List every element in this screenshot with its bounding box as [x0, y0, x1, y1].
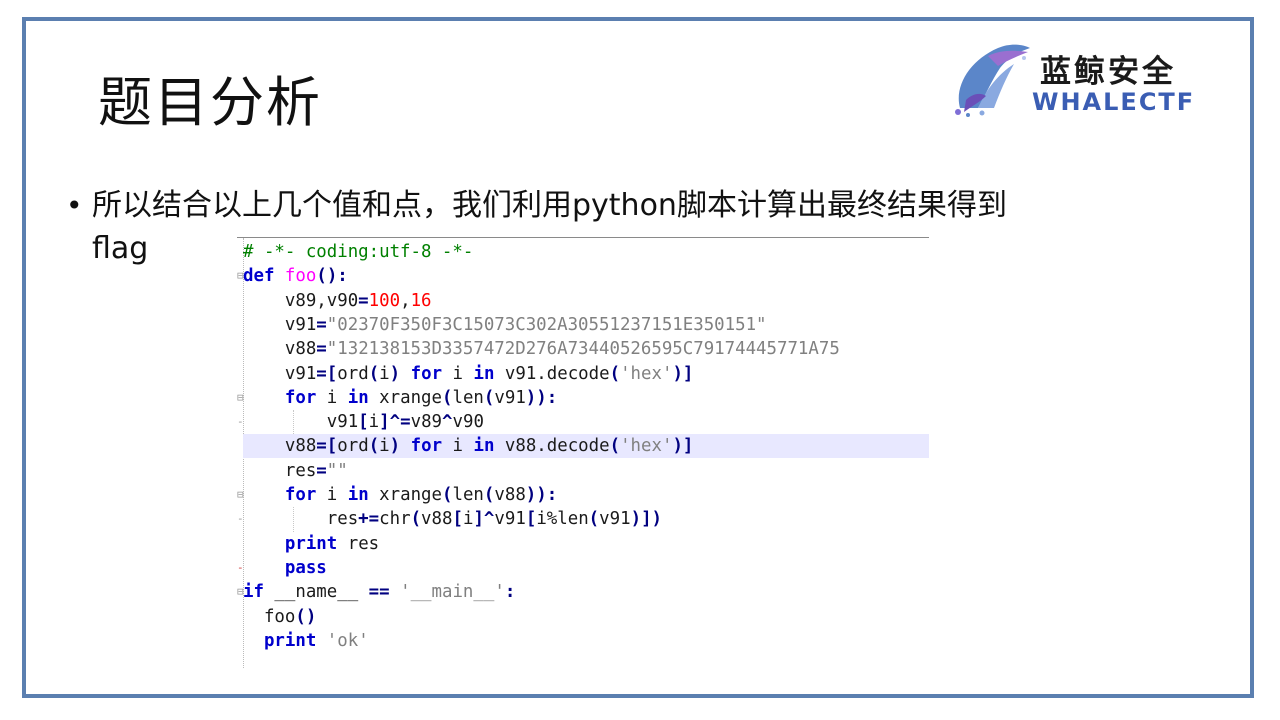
code-line: v91=[ord(i) for i in v91.decode('hex')] [243, 363, 694, 384]
code-line: pass - [237, 557, 327, 578]
code-line: # -*- coding:utf-8 -*- [243, 242, 474, 262]
code-line: print 'ok' [263, 630, 369, 651]
code-line: def foo(): ⊟ [237, 266, 348, 287]
whale-logo-icon [955, 44, 1030, 117]
slide: 题目分析 蓝鲸安全 WHALECTF • 所以结合以上几个值和点，我们利用pyt… [0, 0, 1280, 720]
logo-chinese-text: 蓝鲸安全 [1040, 54, 1176, 90]
fold-marker-icon: ⊟ [237, 585, 244, 599]
code-line: if __name__ == '__main__': ⊟ [237, 582, 516, 603]
code-screenshot: # -*- coding:utf-8 -*- def foo(): ⊟ v89,v9… [237, 237, 929, 668]
indent-guide [293, 410, 294, 435]
fold-marker-icon: ⊟ [237, 269, 244, 283]
code-line: v88="132138153D3357472D276A73440526595C7… [243, 339, 840, 360]
fold-end-icon: - [237, 512, 244, 526]
code-line: for i in xrange(len(v88)): ⊟ [237, 485, 558, 505]
fold-end-icon: - [237, 560, 244, 574]
code-line: res="" [243, 460, 348, 481]
code-line: print res [284, 533, 380, 554]
fold-marker-icon: ⊟ [237, 390, 244, 404]
fold-end-icon: - [237, 415, 244, 429]
bullet-icon: • [66, 189, 83, 222]
code-line: v91="02370F350F3C15073C302A30551237151E3… [243, 314, 767, 335]
fold-marker-icon: ⊟ [237, 488, 244, 501]
slide-title: 题目分析 [98, 71, 322, 134]
bullet-text-line1: 所以结合以上几个值和点，我们利用python脚本计算出最终结果得到 [92, 188, 1007, 223]
code-line: for i in xrange(len(v91)): ⊟ [237, 387, 558, 408]
code-line: v91[i]^=v89^v90- [237, 412, 484, 433]
indent-guide [293, 507, 294, 532]
code-line: v89,v90=100,16 [243, 290, 432, 311]
code-line: foo() [243, 606, 317, 627]
bullet-text-line2: flag [92, 231, 149, 266]
whalectf-logo: 蓝鲸安全 WHALECTF [948, 38, 1238, 120]
code-line: res+=chr(v88[i]^v91[i%len(v91)]) - [237, 509, 663, 530]
logo-english-text: WHALECTF [1032, 88, 1196, 116]
code-line: v88=[ord(i) for i in v88.decode('hex')] [243, 434, 929, 459]
bullet-point: • 所以结合以上几个值和点，我们利用python脚本计算出最终结果得到 [66, 186, 1226, 226]
